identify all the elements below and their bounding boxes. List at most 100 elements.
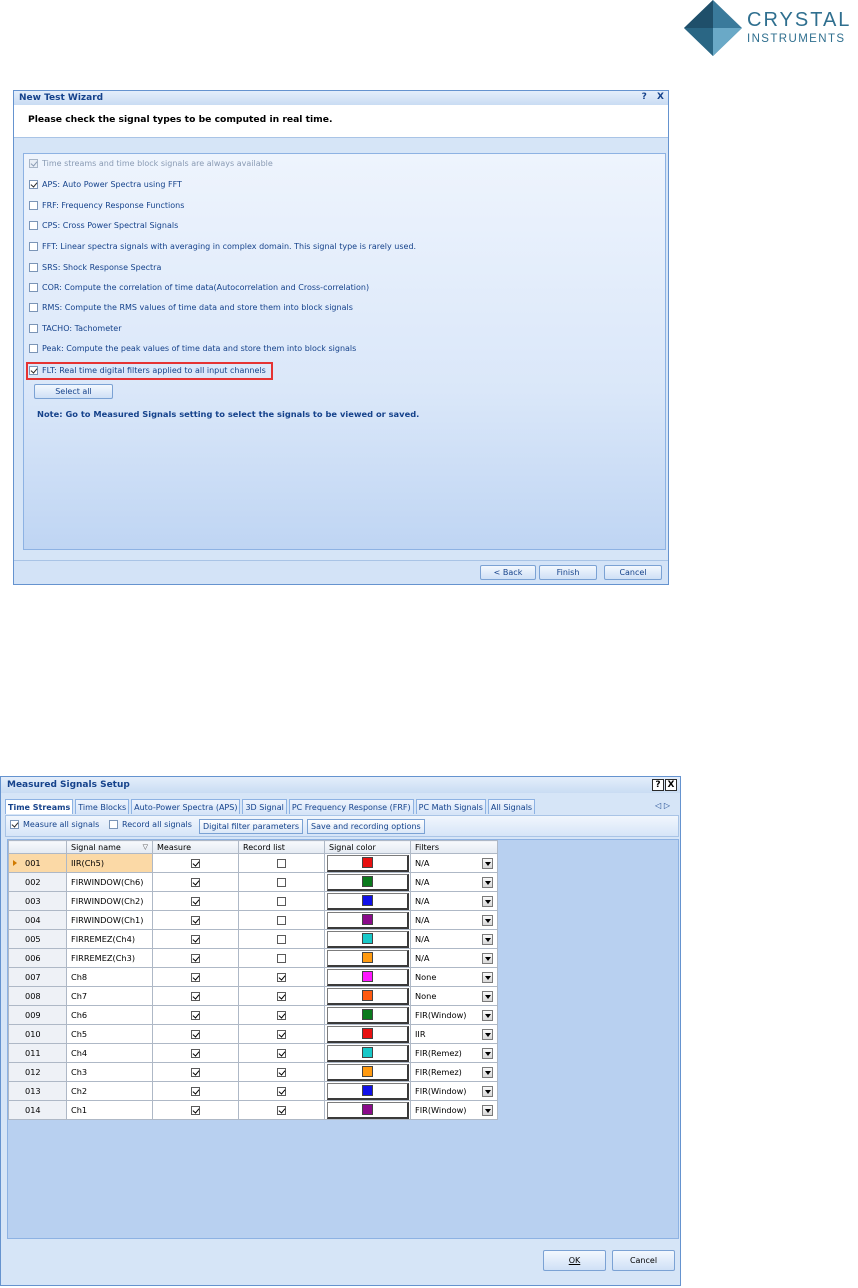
dropdown-arrow-icon[interactable] — [482, 914, 493, 926]
table-row[interactable]: 004 FIRWINDOW(Ch1) N/A — [8, 910, 498, 930]
color-picker[interactable] — [326, 1006, 409, 1024]
record-cell[interactable] — [238, 948, 325, 968]
signal-name-cell[interactable]: FIRREMEZ(Ch4) — [66, 929, 153, 949]
back-button[interactable]: < Back — [480, 565, 536, 580]
record-cell[interactable] — [238, 986, 325, 1006]
dropdown-arrow-icon[interactable] — [482, 1085, 493, 1097]
color-picker[interactable] — [326, 987, 409, 1005]
measure-cell[interactable] — [152, 1005, 239, 1025]
record-cell[interactable] — [238, 1005, 325, 1025]
help-button[interactable]: ? — [642, 92, 647, 102]
record-checkbox[interactable] — [277, 1106, 286, 1115]
dropdown-arrow-icon[interactable] — [482, 990, 493, 1002]
measure-checkbox[interactable] — [191, 973, 200, 982]
signal-option-5[interactable]: SRS: Shock Response Spectra — [29, 261, 161, 274]
help-button[interactable]: ? — [652, 779, 664, 791]
color-picker[interactable] — [326, 911, 409, 929]
table-row[interactable]: 008 Ch7 None — [8, 986, 498, 1006]
signal-name-cell[interactable]: Ch5 — [66, 1024, 153, 1044]
tab-2[interactable]: Auto-Power Spectra (APS) — [131, 799, 241, 814]
dropdown-arrow-icon[interactable] — [482, 1066, 493, 1078]
tab-1[interactable]: Time Blocks — [75, 799, 130, 814]
record-cell[interactable] — [238, 929, 325, 949]
filters-cell[interactable]: FIR(Remez) — [410, 1043, 498, 1063]
measure-cell[interactable] — [152, 1043, 239, 1063]
signal-color-cell[interactable] — [324, 1024, 411, 1044]
signal-name-cell[interactable]: Ch7 — [66, 986, 153, 1006]
table-row[interactable]: 013 Ch2 FIR(Window) — [8, 1081, 498, 1101]
table-row[interactable]: 014 Ch1 FIR(Window) — [8, 1100, 498, 1120]
table-row[interactable]: 005 FIRREMEZ(Ch4) N/A — [8, 929, 498, 949]
ok-button[interactable]: OK — [543, 1250, 606, 1271]
measure-all-checkbox[interactable]: Measure all signals — [10, 820, 99, 829]
filters-cell[interactable]: IIR — [410, 1024, 498, 1044]
measure-checkbox[interactable] — [191, 1106, 200, 1115]
signal-color-cell[interactable] — [324, 1062, 411, 1082]
dropdown-arrow-icon[interactable] — [482, 1047, 493, 1059]
checkbox-icon[interactable] — [29, 303, 38, 312]
signal-name-cell[interactable]: Ch8 — [66, 967, 153, 987]
close-button[interactable]: X — [657, 92, 664, 102]
tab-0[interactable]: Time Streams — [5, 799, 74, 814]
measure-cell[interactable] — [152, 967, 239, 987]
record-checkbox[interactable] — [277, 1030, 286, 1039]
filters-cell[interactable]: FIR(Window) — [410, 1081, 498, 1101]
measure-checkbox[interactable] — [191, 992, 200, 1001]
checkbox-icon[interactable] — [29, 180, 38, 189]
tab-6[interactable]: All Signals — [487, 799, 536, 814]
digital-filter-parameters-button[interactable]: Digital filter parameters — [199, 819, 304, 834]
col-signal-name[interactable]: Signal name ▽ — [66, 840, 153, 854]
color-picker[interactable] — [326, 1044, 409, 1062]
measure-cell[interactable] — [152, 1024, 239, 1044]
dropdown-arrow-icon[interactable] — [482, 895, 493, 907]
signal-color-cell[interactable] — [324, 967, 411, 987]
signal-name-cell[interactable]: Ch3 — [66, 1062, 153, 1082]
color-picker[interactable] — [326, 892, 409, 910]
record-cell[interactable] — [238, 891, 325, 911]
color-picker[interactable] — [326, 873, 409, 891]
table-row[interactable]: 010 Ch5 IIR — [8, 1024, 498, 1044]
record-checkbox[interactable] — [277, 1087, 286, 1096]
record-all-checkbox[interactable]: Record all signals — [109, 820, 192, 829]
signal-color-cell[interactable] — [324, 1005, 411, 1025]
record-checkbox[interactable] — [277, 859, 286, 868]
measure-checkbox[interactable] — [191, 1087, 200, 1096]
signal-name-cell[interactable]: FIRREMEZ(Ch3) — [66, 948, 153, 968]
color-picker[interactable] — [326, 949, 409, 967]
filters-cell[interactable]: None — [410, 967, 498, 987]
measure-cell[interactable] — [152, 853, 239, 873]
dropdown-arrow-icon[interactable] — [482, 933, 493, 945]
color-picker[interactable] — [326, 854, 409, 872]
table-row[interactable]: 002 FIRWINDOW(Ch6) N/A — [8, 872, 498, 892]
filters-cell[interactable]: None — [410, 986, 498, 1006]
col-measure[interactable]: Measure — [152, 840, 239, 854]
measure-checkbox[interactable] — [191, 1049, 200, 1058]
signal-option-3[interactable]: CPS: Cross Power Spectral Signals — [29, 219, 178, 232]
record-cell[interactable] — [238, 1062, 325, 1082]
dropdown-arrow-icon[interactable] — [482, 1104, 493, 1116]
measure-cell[interactable] — [152, 929, 239, 949]
signal-color-cell[interactable] — [324, 948, 411, 968]
record-checkbox[interactable] — [277, 954, 286, 963]
checkbox-icon[interactable] — [29, 344, 38, 353]
signal-option-10[interactable]: FLT: Real time digital filters applied t… — [29, 364, 266, 377]
record-cell[interactable] — [238, 853, 325, 873]
signal-option-4[interactable]: FFT: Linear spectra signals with averagi… — [29, 240, 416, 253]
measure-checkbox[interactable] — [191, 935, 200, 944]
tab-4[interactable]: PC Frequency Response (FRF) — [288, 799, 414, 814]
record-checkbox[interactable] — [277, 935, 286, 944]
dropdown-arrow-icon[interactable] — [482, 1009, 493, 1021]
signal-option-2[interactable]: FRF: Frequency Response Functions — [29, 199, 184, 212]
filters-cell[interactable]: N/A — [410, 910, 498, 930]
filters-cell[interactable]: N/A — [410, 891, 498, 911]
signal-color-cell[interactable] — [324, 1081, 411, 1101]
signal-color-cell[interactable] — [324, 891, 411, 911]
record-checkbox[interactable] — [277, 1011, 286, 1020]
measure-checkbox[interactable] — [191, 1030, 200, 1039]
table-row[interactable]: 011 Ch4 FIR(Remez) — [8, 1043, 498, 1063]
select-all-button[interactable]: Select all — [34, 384, 113, 399]
record-cell[interactable] — [238, 910, 325, 930]
tab-5[interactable]: PC Math Signals — [415, 799, 486, 814]
signal-color-cell[interactable] — [324, 1100, 411, 1120]
dropdown-arrow-icon[interactable] — [482, 952, 493, 964]
